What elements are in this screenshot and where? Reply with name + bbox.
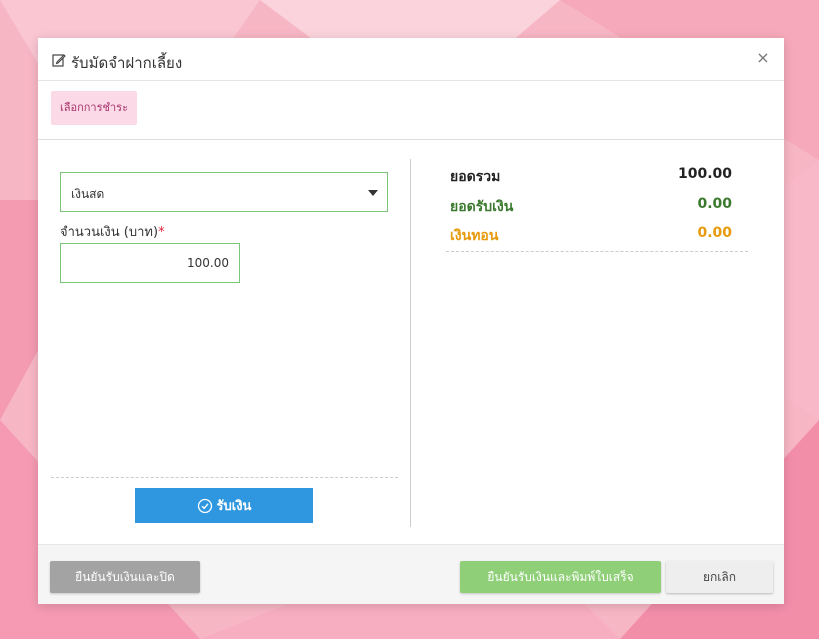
change-value: 0.00	[697, 225, 732, 241]
payment-tabs: เลือกการชำระ	[38, 81, 784, 140]
payment-method-select[interactable]: เงินสด	[60, 172, 388, 212]
received-value: 0.00	[697, 196, 732, 212]
check-circle-icon	[197, 498, 212, 513]
receive-deposit-modal: รับมัดจำฝากเลี้ยง × เลือกการชำระ เงินสด …	[38, 38, 784, 604]
received-label: ยอดรับเงิน	[450, 199, 514, 215]
modal-header: รับมัดจำฝากเลี้ยง ×	[38, 38, 784, 81]
summary-change-row: เงินทอน 0.00	[446, 225, 732, 247]
amount-label: จำนวนเงิน (บาท)*	[60, 221, 165, 242]
confirm-and-close-button[interactable]: ยืนยันรับเงินและปิด	[50, 561, 200, 593]
payment-panel: เงินสด จำนวนเงิน (บาท)* รับเงิน	[51, 158, 398, 528]
vertical-divider	[410, 159, 411, 527]
panel-divider	[51, 477, 398, 478]
payment-method-value: เงินสด	[71, 187, 105, 201]
modal-footer: ยืนยันรับเงินและปิด ยืนยันรับเงินและพิมพ…	[38, 544, 784, 604]
modal-title: รับมัดจำฝากเลี้ยง	[71, 54, 183, 72]
confirm-and-print-button[interactable]: ยืนยันรับเงินและพิมพ์ใบเสร็จ	[460, 561, 661, 593]
cancel-button[interactable]: ยกเลิก	[666, 561, 773, 593]
total-value: 100.00	[677, 166, 732, 182]
summary-total-row: ยอดรวม 100.00	[446, 166, 732, 188]
change-label: เงินทอน	[450, 228, 499, 244]
total-label: ยอดรวม	[450, 169, 501, 185]
receive-money-label: รับเงิน	[216, 499, 252, 514]
caret-down-icon	[368, 190, 378, 196]
edit-icon	[52, 54, 66, 67]
amount-input[interactable]	[60, 243, 240, 283]
receive-money-button[interactable]: รับเงิน	[135, 488, 313, 523]
close-icon[interactable]: ×	[754, 49, 772, 67]
tab-select-payment[interactable]: เลือกการชำระ	[51, 91, 137, 125]
required-mark: *	[158, 225, 165, 240]
summary-divider	[446, 251, 748, 252]
summary-received-row: ยอดรับเงิน 0.00	[446, 196, 732, 218]
amount-label-text: จำนวนเงิน (บาท)	[60, 225, 159, 240]
